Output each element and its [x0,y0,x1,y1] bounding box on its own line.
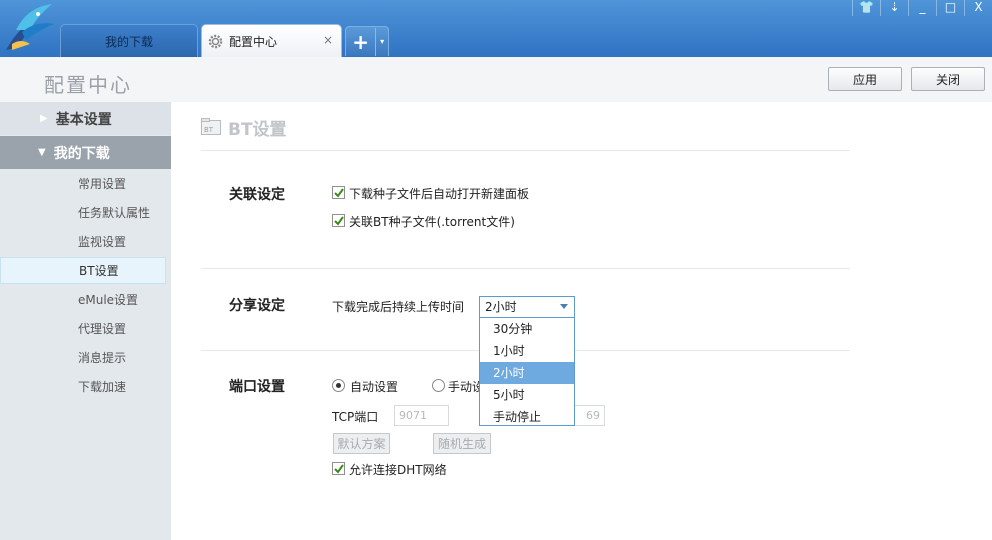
associate-torrent-checkbox[interactable] [332,214,345,227]
checkmark-icon [334,216,344,226]
manual-port-radio[interactable] [432,379,445,392]
sidebar-group-label: 基本设置 [55,111,112,128]
auto-port-radio[interactable] [332,379,345,392]
sidebar-item-acceleration[interactable]: 下载加速 [0,374,171,401]
new-tab-control: + ▾ [345,26,389,56]
auto-open-panel-checkbox[interactable] [332,186,345,199]
tab-config-center[interactable]: 配置中心 × [201,24,342,57]
tab-my-downloads-label: 我的下载 [104,34,153,49]
checkmark-icon [334,464,344,474]
apply-button[interactable]: 应用 [828,67,902,91]
dropdown-option[interactable]: 手动停止 [480,406,574,428]
add-tab-button[interactable]: + [346,28,375,56]
tab-menu-dropdown-icon[interactable]: ▾ [375,27,388,56]
default-scheme-button[interactable]: 默认方案 [333,433,390,454]
app-logo-icon [6,4,54,50]
title-bar: 我的下载 配置中心 × + ▾ 👕 ⇣ _ □ X [0,0,992,57]
maximize-icon[interactable]: □ [936,0,964,16]
close-button[interactable]: 关闭 [911,67,985,91]
dropdown-option[interactable]: 5小时 [480,384,574,406]
gear-icon [208,34,223,48]
auto-port-label: 自动设置 [350,380,399,394]
svg-text:BT: BT [204,126,214,134]
sidebar-item-notifications[interactable]: 消息提示 [0,345,171,372]
sidebar-item-bt[interactable]: BT设置 [0,257,166,284]
sidebar-item-monitor[interactable]: 监视设置 [0,229,171,256]
divider [201,268,850,269]
section-title: BT设置 [228,120,287,140]
sidebar-item-task-defaults[interactable]: 任务默认属性 [0,200,171,227]
tab-config-center-label: 配置中心 [229,34,278,49]
page-title: 配置中心 [44,73,132,97]
skin-icon[interactable]: 👕 [852,0,880,16]
bt-folder-icon: BT [201,118,221,135]
checkmark-icon [334,188,344,198]
upload-time-dropdown: 30分钟 1小时 2小时 5小时 手动停止 [479,317,575,426]
minimize-icon[interactable]: _ [908,0,936,16]
upload-time-select[interactable]: 2小时 [479,296,575,318]
tcp-port-input[interactable]: 9071 [394,405,449,426]
sidebar-group-label: 我的下载 [53,145,110,162]
dht-checkbox[interactable] [332,462,345,475]
upload-time-label: 下载完成后持续上传时间 [332,300,465,314]
window-controls: 👕 ⇣ _ □ X [852,0,992,16]
dropdown-option[interactable]: 30分钟 [480,318,574,340]
sidebar-group-my-downloads[interactable]: ▼ 我的下载 [0,136,171,169]
dropdown-option-selected[interactable]: 2小时 [480,362,574,384]
close-window-icon[interactable]: X [964,0,992,16]
tcp-port-label: TCP端口 [332,410,379,424]
random-generate-button[interactable]: 随机生成 [433,433,491,454]
chevron-down-icon: ▼ [38,147,46,158]
settings-panel [172,102,992,540]
sidebar-item-common[interactable]: 常用设置 [0,171,171,198]
port-group-label: 端口设置 [229,379,285,395]
menu-icon[interactable]: ⇣ [880,0,908,16]
tab-my-downloads[interactable]: 我的下载 [60,24,198,57]
sidebar-item-proxy[interactable]: 代理设置 [0,316,171,343]
associate-torrent-label: 关联BT种子文件(.torrent文件) [349,215,515,229]
chevron-right-icon: ▶ [40,113,48,124]
sidebar-item-emule[interactable]: eMule设置 [0,287,171,314]
divider [201,150,850,151]
sidebar-group-basic[interactable]: ▶ 基本设置 [0,102,171,135]
auto-open-panel-label: 下载种子文件后自动打开新建面板 [349,187,530,201]
close-tab-icon[interactable]: × [323,33,333,47]
upload-time-value: 2小时 [485,300,517,314]
association-group-label: 关联设定 [229,187,285,203]
sharing-group-label: 分享设定 [229,298,285,314]
dht-label: 允许连接DHT网络 [349,463,447,477]
chevron-down-icon [560,304,568,309]
dropdown-option[interactable]: 1小时 [480,340,574,362]
